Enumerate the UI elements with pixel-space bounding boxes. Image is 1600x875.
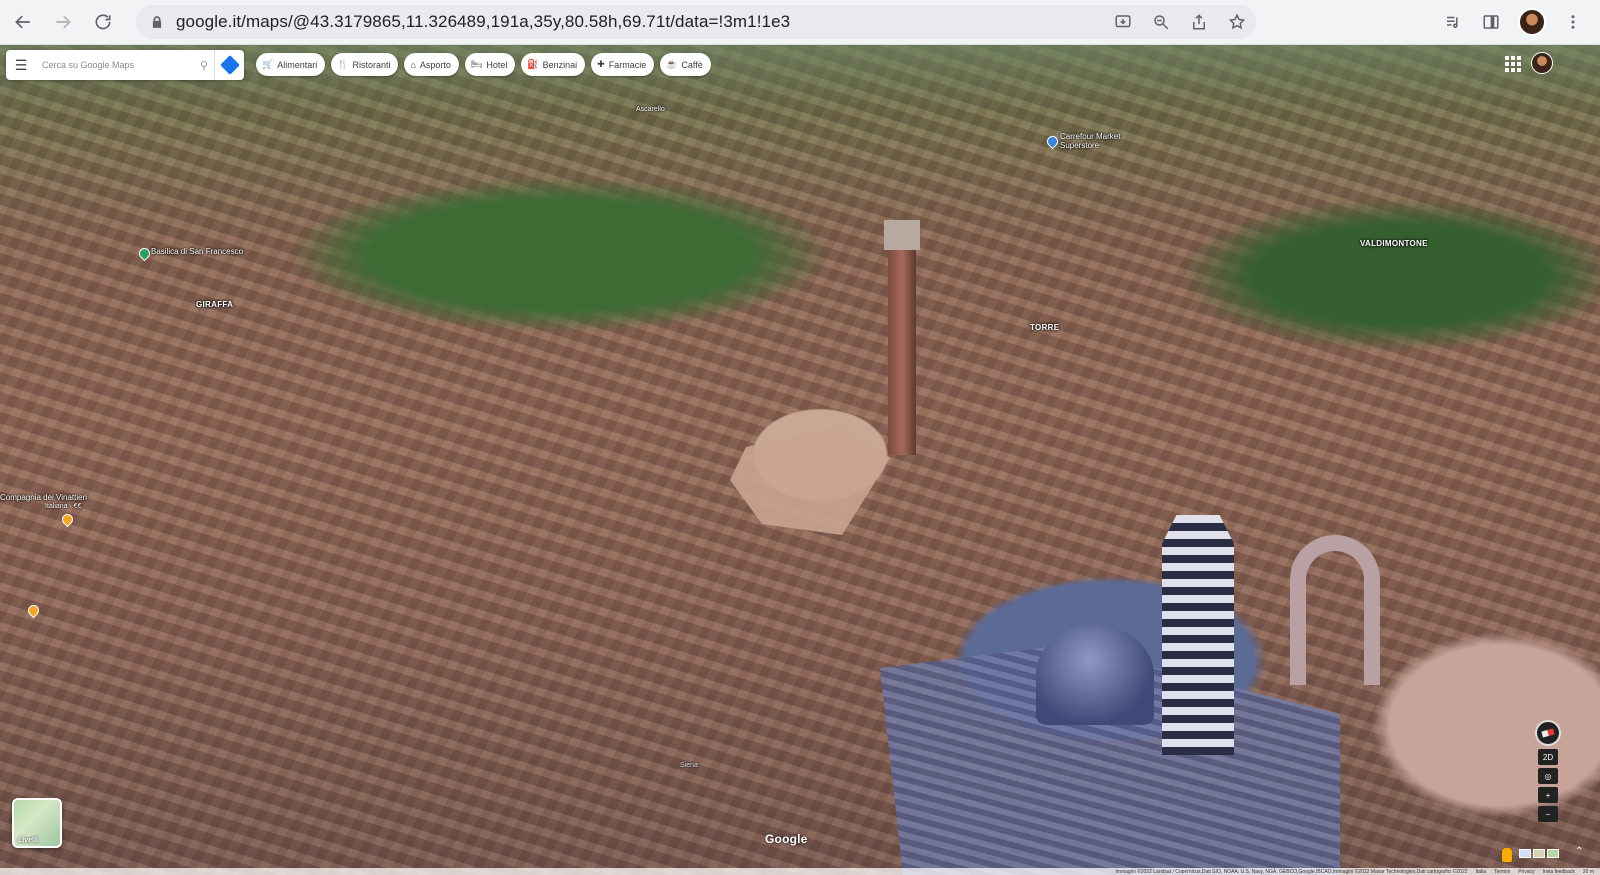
chip-caffe[interactable]: ☕ Caffè bbox=[660, 53, 711, 76]
category-chips: 🛒 Alimentari 🍴 Ristoranti ⌂ Asporto 🛏 Ho… bbox=[256, 53, 711, 76]
hamburger-menu-icon[interactable]: ☰ bbox=[6, 50, 36, 80]
place-label-basilica[interactable]: Basilica di San Francesco bbox=[151, 247, 243, 257]
search-box: ☰ ⚲ bbox=[6, 50, 244, 80]
layers-label: Livelli bbox=[18, 837, 38, 844]
chip-ristoranti[interactable]: 🍴 Ristoranti bbox=[331, 53, 399, 76]
zoom-out-button[interactable]: − bbox=[1538, 806, 1558, 822]
install-icon[interactable] bbox=[1104, 5, 1142, 39]
side-panel-icon[interactable] bbox=[1472, 5, 1510, 39]
fork-knife-icon: 🍴 bbox=[337, 59, 349, 69]
place-label-siena[interactable]: Siena bbox=[680, 762, 698, 770]
cart-icon: 🛒 bbox=[262, 59, 274, 69]
map-3d-view[interactable] bbox=[0, 45, 1600, 875]
bed-icon: 🛏 bbox=[470, 59, 483, 69]
piazza-del-campo bbox=[730, 425, 890, 535]
chip-asporto[interactable]: ⌂ Asporto bbox=[404, 53, 459, 76]
zoom-in-button[interactable]: + bbox=[1538, 787, 1558, 803]
place-label-vinattieri[interactable]: Compagnia dei Vinattieri bbox=[0, 493, 87, 503]
feedback-link[interactable]: Invia feedback bbox=[1543, 869, 1575, 875]
attribution-text: Immagini ©2022 Landsat / Copernicus,Dati… bbox=[1115, 868, 1468, 875]
facciatone-arch bbox=[1290, 535, 1380, 685]
scale-bar[interactable]: 20 m bbox=[1583, 869, 1594, 875]
chip-label: Farmacie bbox=[608, 59, 647, 70]
chip-farmacie[interactable]: ✚ Farmacie bbox=[591, 53, 655, 76]
browser-toolbar: google.it/maps/@43.3179865,11.326489,191… bbox=[0, 0, 1600, 45]
zoom-icon[interactable] bbox=[1142, 5, 1180, 39]
chip-label: Caffè bbox=[681, 59, 703, 70]
terms-link[interactable]: Termini bbox=[1494, 869, 1510, 875]
chip-benzinai[interactable]: ⛽ Benzinai bbox=[521, 53, 586, 76]
address-bar[interactable]: google.it/maps/@43.3179865,11.326489,191… bbox=[136, 5, 1256, 39]
place-subtitle-vinattieri: Italiana · €€ bbox=[45, 503, 82, 510]
reload-icon[interactable] bbox=[86, 5, 120, 39]
media-icon[interactable] bbox=[1434, 5, 1472, 39]
url-text: google.it/maps/@43.3179865,11.326489,191… bbox=[176, 12, 791, 31]
search-icon[interactable]: ⚲ bbox=[194, 59, 214, 72]
toggle-2d-button[interactable]: 2D bbox=[1538, 749, 1558, 765]
torre-del-mangia bbox=[884, 220, 920, 455]
district-label-torre: TORRE bbox=[1030, 323, 1060, 332]
takeout-icon: ⌂ bbox=[410, 59, 416, 70]
chip-alimentari[interactable]: 🛒 Alimentari bbox=[256, 53, 326, 76]
layers-button[interactable]: Livelli bbox=[12, 798, 62, 848]
chip-label: Ristoranti bbox=[352, 59, 391, 70]
place-label-ascarello[interactable]: Ascarello bbox=[636, 106, 665, 114]
chip-label: Alimentari bbox=[277, 59, 318, 70]
chip-label: Hotel bbox=[486, 59, 508, 70]
duomo-dome bbox=[1036, 625, 1154, 725]
profile-avatar[interactable] bbox=[1518, 8, 1546, 36]
pharmacy-icon: ✚ bbox=[597, 59, 605, 69]
directions-icon[interactable] bbox=[214, 50, 244, 80]
back-arrow-icon[interactable] bbox=[6, 5, 40, 39]
more-vert-icon[interactable] bbox=[1554, 5, 1592, 39]
account-avatar[interactable] bbox=[1531, 52, 1553, 74]
my-location-icon[interactable]: ◎ bbox=[1538, 768, 1558, 784]
chip-label: Benzinai bbox=[542, 59, 578, 70]
district-label-valdimontone: VALDIMONTONE bbox=[1360, 239, 1428, 248]
google-logo: Google bbox=[765, 832, 808, 846]
map-controls: 2D ◎ + − bbox=[1533, 720, 1563, 822]
forward-arrow-icon[interactable] bbox=[46, 5, 80, 39]
chip-label: Asporto bbox=[419, 59, 451, 70]
duomo-bell-tower bbox=[1162, 515, 1234, 755]
pegman-icon[interactable] bbox=[1502, 848, 1512, 862]
privacy-link[interactable]: Privacy bbox=[1518, 869, 1534, 875]
country-link[interactable]: Italia bbox=[1476, 869, 1487, 875]
search-input[interactable] bbox=[36, 60, 194, 70]
lock-icon bbox=[152, 16, 162, 28]
share-icon[interactable] bbox=[1180, 5, 1218, 39]
gas-station-icon: ⛽ bbox=[527, 59, 539, 69]
expand-icon[interactable]: ⌃ bbox=[1575, 846, 1583, 857]
district-label-giraffa: GIRAFFA bbox=[196, 300, 234, 309]
bookmark-star-icon[interactable] bbox=[1218, 5, 1256, 39]
imagery-thumbnails[interactable] bbox=[1519, 849, 1559, 858]
place-label-carrefour[interactable]: Carrefour Market Superstore bbox=[1060, 132, 1120, 151]
google-apps-icon[interactable] bbox=[1505, 56, 1521, 72]
coffee-icon: ☕ bbox=[666, 59, 678, 69]
compass-icon[interactable] bbox=[1535, 720, 1561, 746]
chip-hotel[interactable]: 🛏 Hotel bbox=[464, 53, 516, 76]
map-footer: Immagini ©2022 Landsat / Copernicus,Dati… bbox=[0, 868, 1600, 875]
